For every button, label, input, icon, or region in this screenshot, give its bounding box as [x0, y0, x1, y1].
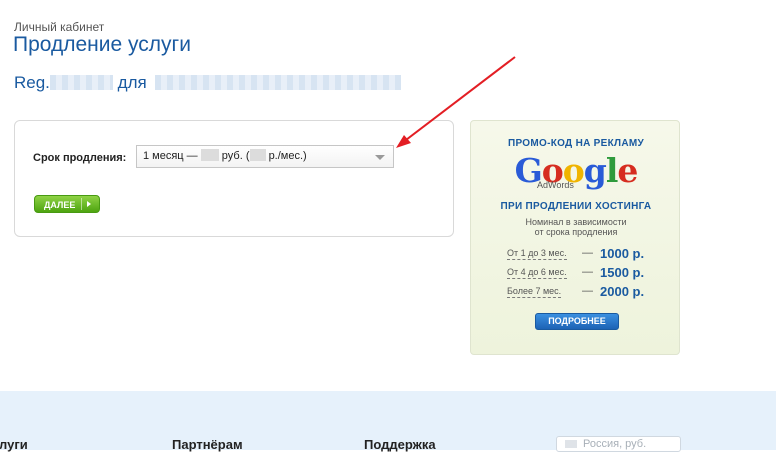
footer: луги Партнёрам Поддержка Россия, руб.	[0, 391, 776, 452]
domain-line: Reg. для	[14, 73, 402, 93]
promo-subtitle: ПРИ ПРОДЛЕНИИ ХОСТИНГА	[500, 201, 652, 212]
redacted-price	[200, 149, 219, 161]
promo-banner[interactable]: ПРОМО-КОД НА РЕКЛАМУ Google ПРИ ПРОДЛЕНИ…	[470, 120, 680, 355]
next-button[interactable]: ДАЛЕЕ	[34, 195, 100, 213]
redacted-domain	[49, 75, 113, 90]
promo-note-line1: Номинал в зависимости	[525, 217, 627, 227]
select-per-month-text: р./мес.)	[268, 150, 307, 162]
tier-amount-2: 1500 р.	[600, 265, 645, 280]
next-button-label: ДАЛЕЕ	[44, 200, 76, 210]
domain-connector: для	[117, 73, 147, 92]
flag-icon	[565, 440, 577, 448]
promo-title: ПРОМО-КОД НА РЕКЛАМУ	[507, 138, 645, 149]
currency-label: Россия, руб.	[583, 438, 647, 450]
select-month-text: 1 месяц —	[143, 150, 198, 162]
redacted-monthly-price	[249, 149, 266, 161]
arrow-right-icon	[87, 201, 91, 207]
page-title: Продление услуги	[13, 33, 191, 56]
more-button[interactable]: ПОДРОБНЕЕ	[535, 313, 619, 330]
promo-note-line2: от срока продления	[534, 227, 618, 237]
google-logo: Google	[514, 151, 639, 190]
select-rub-text: руб. (	[221, 150, 250, 162]
tier-dash-1: —	[582, 247, 593, 259]
tier-label-2[interactable]: От 4 до 6 мес.	[507, 267, 567, 279]
breadcrumb[interactable]: Личный кабинет	[14, 20, 104, 34]
adwords-label	[533, 183, 536, 193]
tier-dash-2: —	[582, 266, 593, 278]
tier-label-1[interactable]: От 1 до 3 мес.	[507, 248, 567, 260]
tier-dash-3: —	[582, 285, 593, 297]
renewal-form-panel	[14, 120, 454, 237]
redacted-service	[155, 75, 402, 90]
domain-prefix: Reg.	[14, 73, 50, 92]
tier-amount-3: 2000 р.	[600, 284, 645, 299]
tier-label-3[interactable]: Более 7 мес.	[507, 286, 562, 298]
tier-amount-1: 1000 р.	[600, 246, 645, 261]
button-separator	[81, 198, 82, 210]
adwords-sublabel: AdWords	[537, 180, 574, 190]
chevron-down-icon	[375, 155, 385, 160]
term-label: Срок продления:	[33, 152, 127, 164]
term-select[interactable]: 1 месяц — руб. ( р./мес.)	[136, 145, 394, 168]
